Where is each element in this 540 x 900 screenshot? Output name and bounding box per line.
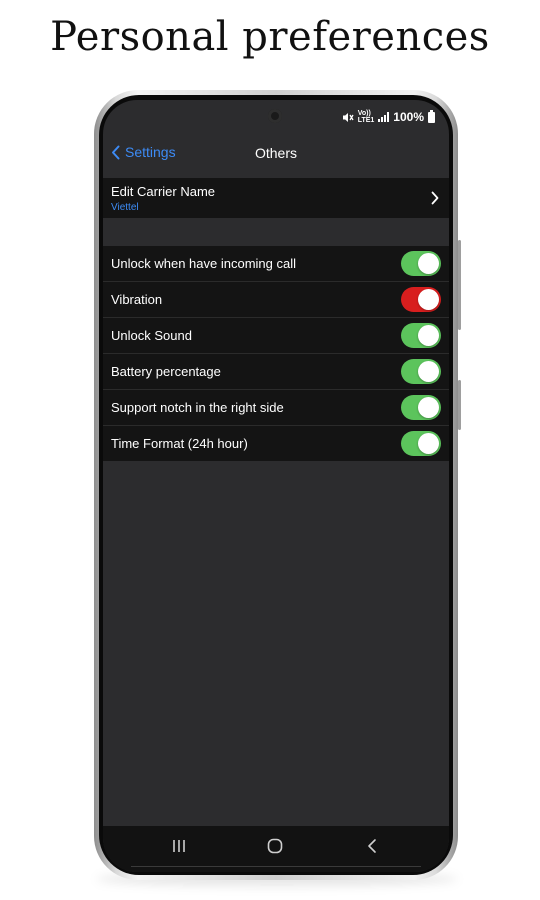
toggle-time-format[interactable] — [401, 431, 441, 456]
volte-indicator: Vo)) LTE1 — [358, 110, 375, 124]
mute-icon — [342, 112, 354, 122]
toggle-knob — [418, 397, 439, 418]
battery-icon — [428, 109, 435, 123]
carrier-value: Viettel — [111, 202, 139, 213]
toggle-knob — [418, 253, 439, 274]
toggle-knob — [418, 325, 439, 346]
toggle-battery-percentage[interactable] — [401, 359, 441, 384]
power-button — [458, 380, 461, 430]
toggle-unlock-sound[interactable] — [401, 323, 441, 348]
chevron-right-icon — [431, 191, 439, 205]
setting-label: Support notch in the right side — [111, 400, 284, 415]
signal-icon — [378, 112, 390, 122]
toggle-knob — [418, 433, 439, 454]
phone-screen: Vo)) LTE1 100% Settings Others Edit Carr… — [103, 100, 449, 872]
toggle-knob — [418, 289, 439, 310]
back-icon[interactable] — [366, 838, 378, 854]
setting-label: Unlock Sound — [111, 328, 192, 343]
navigation-bar: Settings Others — [103, 142, 449, 166]
page-heading: Personal preferences — [50, 14, 490, 60]
page-title: Others — [254, 145, 297, 161]
system-navigation-bar — [103, 826, 449, 872]
status-bar: Vo)) LTE1 100% — [342, 109, 435, 124]
recents-icon[interactable] — [171, 838, 187, 854]
toggle-knob — [418, 361, 439, 382]
setting-row-unlock-incoming-call: Unlock when have incoming call — [103, 246, 449, 282]
setting-label: Unlock when have incoming call — [111, 256, 296, 271]
settings-list: Unlock when have incoming call Vibration… — [103, 246, 449, 461]
toggle-unlock-incoming-call[interactable] — [401, 251, 441, 276]
toggle-vibration[interactable] — [401, 287, 441, 312]
gesture-line — [131, 866, 421, 867]
setting-row-notch-right-side: Support notch in the right side — [103, 390, 449, 426]
setting-row-vibration: Vibration — [103, 282, 449, 318]
setting-label: Time Format (24h hour) — [111, 436, 248, 451]
front-camera — [268, 109, 282, 123]
battery-percent: 100% — [393, 110, 424, 124]
volte-bottom-text: LTE1 — [357, 117, 375, 124]
setting-row-unlock-sound: Unlock Sound — [103, 318, 449, 354]
volume-button — [458, 240, 461, 330]
setting-row-time-format: Time Format (24h hour) — [103, 426, 449, 461]
carrier-title: Edit Carrier Name — [111, 184, 216, 199]
setting-row-battery-percentage: Battery percentage — [103, 354, 449, 390]
volte-top-text: Vo)) — [357, 110, 371, 117]
setting-label: Battery percentage — [111, 364, 221, 379]
edit-carrier-name-row[interactable]: Edit Carrier Name Viettel — [103, 178, 449, 218]
setting-label: Vibration — [111, 292, 163, 307]
home-icon[interactable] — [267, 838, 283, 854]
toggle-notch-right-side[interactable] — [401, 395, 441, 420]
